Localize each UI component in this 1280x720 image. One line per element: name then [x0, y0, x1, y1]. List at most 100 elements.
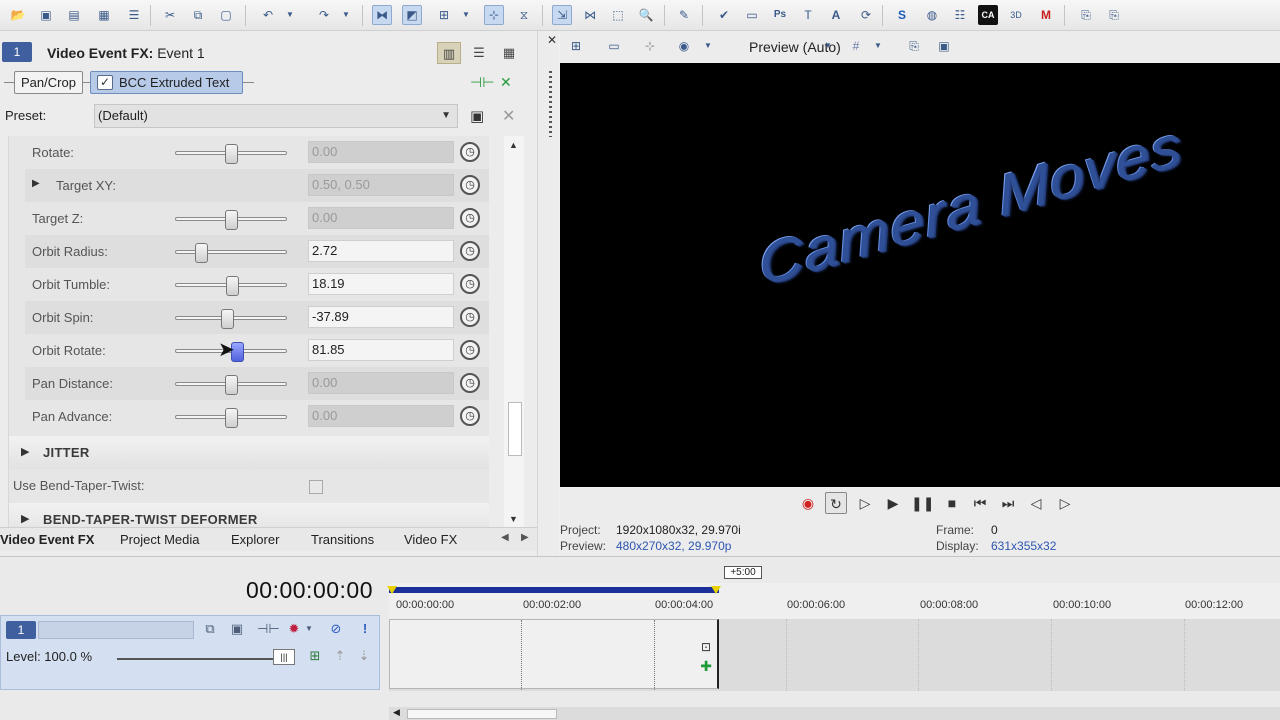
- target-z-slider[interactable]: [175, 210, 287, 230]
- paste-icon[interactable]: ▢: [216, 5, 236, 25]
- event-pan-crop-icon[interactable]: ⊡: [701, 640, 711, 654]
- move-up-icon[interactable]: ⇡: [331, 647, 349, 665]
- go-to-end-icon[interactable]: ⏭: [997, 492, 1019, 514]
- quality-dropdown-icon[interactable]: ▼: [702, 36, 714, 56]
- animate-icon[interactable]: ◷: [460, 373, 480, 393]
- loop-end-marker[interactable]: [711, 586, 721, 594]
- tab-explorer[interactable]: Explorer: [231, 532, 279, 547]
- track-name-field[interactable]: [38, 621, 194, 639]
- tab-transitions[interactable]: Transitions: [311, 532, 374, 547]
- preview-properties-icon[interactable]: ⊞: [566, 36, 586, 56]
- orbit-tumble-slider[interactable]: [175, 276, 287, 296]
- disc-icon[interactable]: ◍: [922, 5, 942, 25]
- remove-plugin-icon[interactable]: ✕: [500, 74, 512, 91]
- compositing-dropdown-icon[interactable]: ▼: [304, 620, 314, 638]
- expand-triangle-icon[interactable]: ▶: [32, 178, 40, 189]
- copy-icon[interactable]: ⧉: [188, 5, 208, 25]
- scrollbar-thumb[interactable]: [407, 709, 557, 719]
- render-icon[interactable]: ▦: [94, 5, 114, 25]
- loop-region-bar[interactable]: [389, 587, 719, 593]
- timeline-ruler[interactable]: +5:00 00:00:00:00 00:00:02:00 00:00:04:0…: [387, 566, 1280, 619]
- animate-icon[interactable]: ◷: [460, 307, 480, 327]
- target-z-value[interactable]: 0.00: [308, 207, 454, 229]
- text-icon[interactable]: T: [798, 5, 818, 25]
- image-icon[interactable]: ▭: [742, 5, 762, 25]
- panel-splitter[interactable]: ✕: [537, 31, 559, 556]
- orbit-spin-slider[interactable]: [175, 309, 287, 329]
- auto-ripple-icon[interactable]: ⧓: [372, 5, 392, 25]
- move-down-icon[interactable]: ⇣: [355, 647, 373, 665]
- play-icon[interactable]: ▶: [882, 492, 904, 514]
- video-track-lane[interactable]: ⊡ ✚: [389, 619, 1280, 691]
- undo-dropdown-icon[interactable]: ▼: [284, 5, 296, 25]
- scroll-left-icon[interactable]: ◀: [393, 707, 400, 718]
- slider-thumb[interactable]: [225, 375, 238, 395]
- insert-track-icon[interactable]: ⊞: [434, 5, 454, 25]
- slider-thumb[interactable]: [225, 408, 238, 428]
- animate-icon[interactable]: ◷: [460, 208, 480, 228]
- auto-crossfade-icon[interactable]: ⧖: [514, 5, 534, 25]
- ca-icon[interactable]: CA: [978, 5, 998, 25]
- split-screen-icon[interactable]: ⊹: [640, 36, 660, 56]
- split-view-icon[interactable]: ☰: [467, 42, 491, 64]
- slider-thumb[interactable]: [195, 243, 208, 263]
- properties-icon[interactable]: ☰: [124, 5, 144, 25]
- fx-enabled-checkbox[interactable]: ✓: [97, 75, 113, 90]
- track-fx-icon[interactable]: ▣: [228, 620, 246, 638]
- slider-thumb[interactable]: [226, 276, 239, 296]
- bend-taper-twist-checkbox[interactable]: [309, 480, 323, 494]
- play-from-start-icon[interactable]: ▷: [854, 492, 876, 514]
- undo-icon[interactable]: ↶: [258, 5, 278, 25]
- mute-icon[interactable]: ⊘: [327, 620, 345, 638]
- jitter-section-header[interactable]: ▶ JITTER: [9, 436, 489, 469]
- slider-thumb[interactable]: [225, 210, 238, 230]
- go-to-start-icon[interactable]: ⏮: [969, 492, 991, 514]
- rotate-slider[interactable]: [175, 144, 287, 164]
- pan-distance-value[interactable]: 0.00: [308, 372, 454, 394]
- animate-icon[interactable]: ◷: [460, 406, 480, 426]
- compositing-icon[interactable]: ⊣⊢: [257, 620, 280, 638]
- overlays-icon[interactable]: #: [846, 36, 866, 56]
- preset-select[interactable]: (Default) ▼: [94, 104, 458, 128]
- page-icon[interactable]: ⎘: [1076, 5, 1096, 25]
- track-effects-icon[interactable]: ⊞: [306, 647, 324, 665]
- loop-playback-icon[interactable]: ↻: [825, 492, 847, 514]
- cut-icon[interactable]: ✂: [160, 5, 180, 25]
- orbit-radius-slider[interactable]: [175, 243, 287, 263]
- pause-icon[interactable]: ❚❚: [911, 492, 934, 514]
- level-slider-thumb[interactable]: |||: [273, 649, 295, 665]
- pan-distance-slider[interactable]: [175, 375, 287, 395]
- params-scrollbar[interactable]: ▲ ▼: [504, 136, 524, 528]
- video-event-clip[interactable]: ⊡ ✚: [389, 619, 719, 690]
- solo-icon[interactable]: !: [356, 620, 374, 638]
- target-xy-value[interactable]: 0.50, 0.50: [308, 174, 454, 196]
- orbit-radius-value[interactable]: 2.72: [308, 240, 454, 262]
- paint-icon[interactable]: ✎: [674, 5, 694, 25]
- timeline-scrollbar[interactable]: ◀: [389, 707, 1280, 720]
- scripting-icon[interactable]: ⟳: [856, 5, 876, 25]
- enable-snapping-icon[interactable]: ⊹: [484, 5, 504, 25]
- envelope-icon[interactable]: ⋈: [580, 5, 600, 25]
- 3d-icon[interactable]: 3D: [1006, 5, 1026, 25]
- pan-crop-button[interactable]: Pan/Crop: [14, 71, 83, 94]
- single-view-icon[interactable]: ▥: [437, 42, 461, 64]
- save-preset-icon[interactable]: ▣: [470, 107, 484, 125]
- animate-icon[interactable]: ◷: [460, 340, 480, 360]
- tab-video-event-fx[interactable]: Video Event FX: [0, 532, 94, 547]
- next-frame-icon[interactable]: ▷: [1054, 492, 1076, 514]
- save-snapshot-icon[interactable]: ▣: [934, 36, 954, 56]
- letter-a-icon[interactable]: A: [826, 5, 846, 25]
- tab-project-media[interactable]: Project Media: [120, 532, 199, 547]
- pan-advance-value[interactable]: 0.00: [308, 405, 454, 427]
- animate-icon[interactable]: ◷: [460, 142, 480, 162]
- insert-dropdown-icon[interactable]: ▼: [460, 5, 472, 25]
- redo-icon[interactable]: ↷: [314, 5, 334, 25]
- slider-thumb[interactable]: [225, 144, 238, 164]
- record-icon[interactable]: ◉: [797, 492, 819, 514]
- copy-snapshot-icon[interactable]: ⎘: [904, 36, 924, 56]
- scroll-up-icon[interactable]: ▲: [509, 140, 518, 150]
- animate-icon[interactable]: ◷: [460, 274, 480, 294]
- animate-icon[interactable]: ◷: [460, 175, 480, 195]
- save-icon[interactable]: ▣: [36, 5, 56, 25]
- plugin-chain-icon[interactable]: ⊣⊢: [470, 74, 494, 91]
